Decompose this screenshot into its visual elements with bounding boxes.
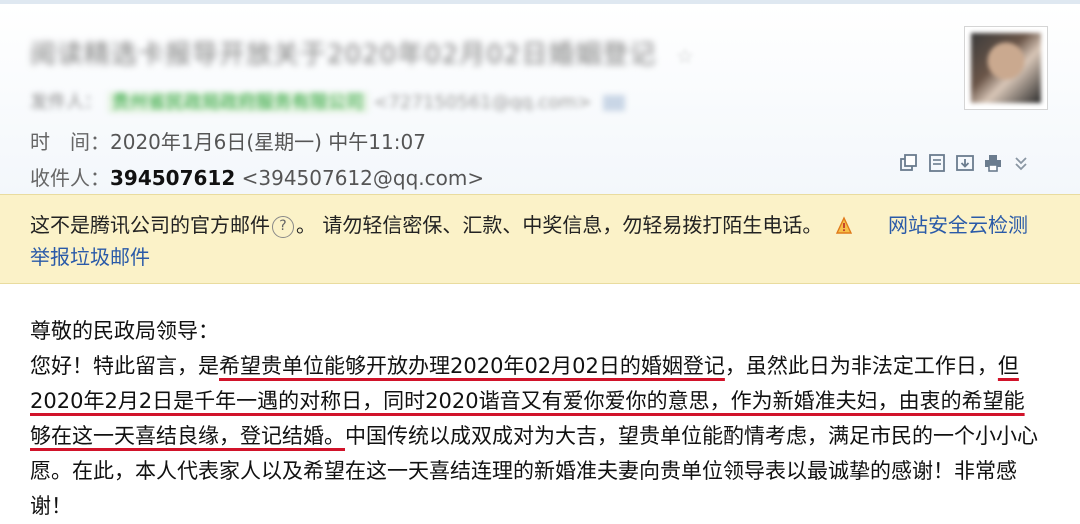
sender-avatar[interactable] [964,26,1048,110]
sender-address: <727150561@qq.com> [373,92,592,113]
star-icon[interactable]: ☆ [676,44,694,68]
sender-name[interactable]: 贵州省民政局政府服务有限公司 [107,92,368,113]
security-warning-banner: 这不是腾讯公司的官方邮件?。 请勿轻信密保、汇款、中奖信息，勿轻易拨打陌生电话。… [0,194,1080,284]
mail-toolbar [898,152,1032,174]
warning-text: 这不是腾讯公司的官方邮件?。 请勿轻信密保、汇款、中奖信息，勿轻易拨打陌生电话。… [30,211,870,272]
copy-icon[interactable] [898,152,920,174]
avatar-image [971,33,1041,103]
note-icon[interactable] [926,152,948,174]
recipient-row: 收件人：394507612 <394507612@qq.com> [30,162,484,191]
time-row: 时 间：2020年1月6日(星期一) 中午11:07 [30,126,426,155]
mail-body: 尊敬的民政局领导： 您好！特此留言，是希望贵单位能够开放办理2020年02月02… [30,314,1040,524]
report-flag-icon [834,214,854,243]
mail-greeting: 尊敬的民政局领导： [30,319,219,343]
recipient-label: 收件人： [30,166,110,190]
warning-text-part1: 这不是腾讯公司的官方邮件 [30,213,270,237]
security-check-link[interactable]: 网站安全云检测 [888,211,1028,240]
mail-header: 阅读精选卡报导开放关于2020年02月02日婚姻登记 ☆ 发件人： 贵州省民政局… [0,0,1080,194]
recipient-address: <394507612@qq.com> [241,166,485,190]
underlined-request: 希望贵单位能够开放办理2020年02月02日的婚姻登记 [219,354,725,378]
mail-paragraph: 您好！特此留言，是希望贵单位能够开放办理2020年02月02日的婚姻登记，虽然此… [30,349,1040,524]
sender-label: 发件人： [30,92,102,113]
paragraph-segment-a: 您好！特此留言，是 [30,354,219,378]
report-spam-label: 举报垃圾邮件 [30,245,150,269]
download-icon[interactable] [954,152,976,174]
recipient-id[interactable]: 394507612 [110,166,235,190]
expand-chevron-icon[interactable] [1010,152,1032,174]
time-label: 时 间： [30,130,110,154]
sender-tag-icon[interactable] [603,95,626,111]
mail-subject: 阅读精选卡报导开放关于2020年02月02日婚姻登记 [30,40,657,70]
warning-text-part2: 。 请勿轻信密保、汇款、中奖信息，勿轻易拨打陌生电话。 [296,213,823,237]
paragraph-segment-b: ，虽然此日为非法定工作日， [724,354,998,378]
help-question-icon[interactable]: ? [272,216,294,238]
sender-row: 发件人： 贵州省民政局政府服务有限公司 <727150561@qq.com> [30,88,626,114]
print-icon[interactable] [982,152,1004,174]
time-value: 2020年1月6日(星期一) 中午11:07 [110,130,426,154]
